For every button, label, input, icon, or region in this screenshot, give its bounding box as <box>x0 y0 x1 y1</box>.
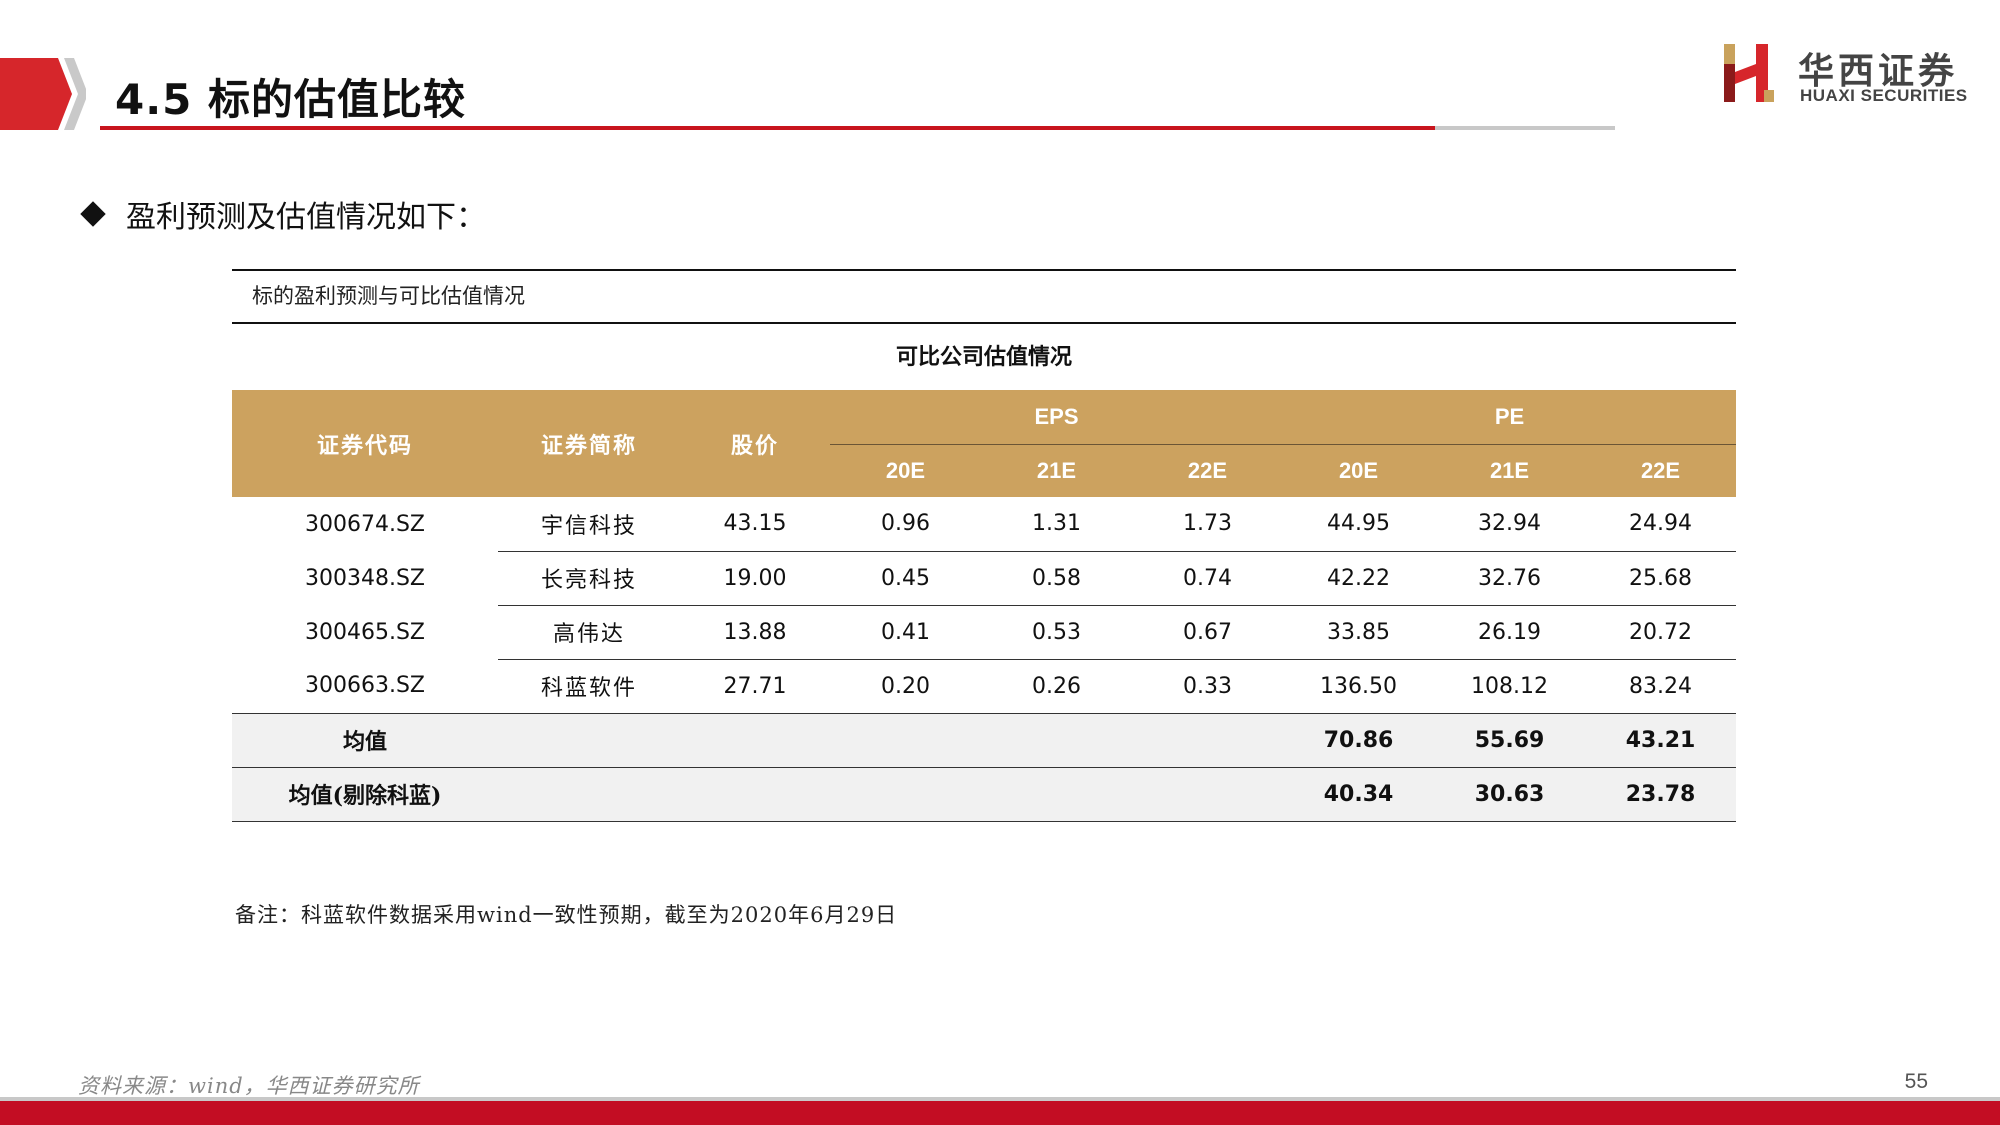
average-excluding-pe-21e: 30.63 <box>1434 766 1586 822</box>
col-header-pe-22e: 22E <box>1585 444 1737 497</box>
bullet-text: 盈利预测及估值情况如下： <box>126 200 486 235</box>
average-excluding-pe-22e: 23.78 <box>1585 766 1737 822</box>
empty-cell <box>498 712 680 768</box>
cell-eps-21e: 0.53 <box>981 605 1132 660</box>
cell-pe-20e: 136.50 <box>1320 673 1397 699</box>
diamond-icon <box>80 201 106 227</box>
page-number: 55 <box>1904 1070 1928 1093</box>
cell-pe-22e: 83.24 <box>1629 673 1693 699</box>
table-row: 300674.SZ 宇信科技 43.15 0.96 1.31 1.73 44.9… <box>232 497 1737 552</box>
col-header-price: 股价 <box>680 390 830 497</box>
col-header-eps-21e: 21E <box>981 444 1132 497</box>
col-header-name: 证券简称 <box>498 390 680 497</box>
cell-pe-21e: 32.76 <box>1434 551 1586 606</box>
average-label: 均值 <box>232 712 498 768</box>
title-underline <box>100 126 1435 130</box>
cell-code: 300663.SZ <box>304 673 425 699</box>
empty-cell <box>1132 766 1284 822</box>
cell-pe-20e: 44.95 <box>1283 497 1435 552</box>
average-row: 均值 70.86 55.69 43.21 <box>232 712 1737 768</box>
cell-name: 宇信科技 <box>498 497 680 552</box>
average-excluding-row: 均值(剔除科蓝) 40.34 30.63 23.78 <box>232 766 1737 822</box>
col-header-pe-21e: 21E <box>1434 444 1586 497</box>
empty-cell <box>680 712 830 768</box>
cell-eps-21e: 0.26 <box>1032 673 1081 699</box>
page-title: 4.5 标的估值比较 <box>115 75 467 124</box>
company-logo: 华西证券 HUAXI SECURITIES <box>1720 42 1990 108</box>
cell-eps-20e: 0.41 <box>830 605 981 660</box>
cell-pe-21e: 108.12 <box>1471 673 1548 699</box>
valuation-table-box: 标的盈利预测与可比估值情况 可比公司估值情况 证券代码 证券简称 股价 EPS … <box>232 269 1737 822</box>
table-row: 300663.SZ 科蓝软件 27.71 0.20 0.26 0.33 136.… <box>232 659 1736 713</box>
cell-code: 300674.SZ <box>304 511 425 537</box>
cell-eps-21e: 0.58 <box>981 551 1132 606</box>
cell-code: 300465.SZ <box>304 619 425 645</box>
empty-cell <box>981 766 1132 822</box>
cell-pe-22e: 25.68 <box>1585 551 1737 606</box>
average-excluding-label: 均值(剔除科蓝) <box>232 766 498 822</box>
cell-name: 高伟达 <box>498 605 680 660</box>
col-header-pe: PE <box>1283 390 1737 445</box>
cell-eps-22e: 1.73 <box>1132 497 1284 552</box>
cell-name: 长亮科技 <box>498 551 680 606</box>
table-note: 备注：科蓝软件数据采用wind一致性预期，截至为2020年6月29日 <box>235 903 898 927</box>
average-pe-20e: 70.86 <box>1283 712 1435 768</box>
header-accent-tab <box>0 58 86 130</box>
table-heading: 可比公司估值情况 <box>895 344 1072 370</box>
cell-pe-22e: 24.94 <box>1585 497 1737 552</box>
cell-eps-20e: 0.96 <box>830 497 981 552</box>
title-underline-grey <box>1435 126 1615 130</box>
cell-eps-20e: 0.45 <box>830 551 981 606</box>
cell-price: 43.15 <box>680 497 830 552</box>
average-excluding-pe-20e: 40.34 <box>1283 766 1435 822</box>
cell-pe-20e: 42.22 <box>1283 551 1435 606</box>
col-header-code: 证券代码 <box>232 390 498 497</box>
logo-text-en: HUAXI SECURITIES <box>1800 86 1968 105</box>
valuation-table: 证券代码 证券简称 股价 EPS PE 20E 21E 22E 20E 21E … <box>232 390 1737 822</box>
empty-cell <box>830 766 981 822</box>
empty-cell <box>1132 712 1284 768</box>
cell-price: 19.00 <box>680 551 830 606</box>
cell-price: 13.88 <box>680 605 830 660</box>
cell-eps-22e: 0.74 <box>1132 551 1284 606</box>
cell-pe-22e: 20.72 <box>1585 605 1737 660</box>
table-header-row: 证券代码 证券简称 股价 EPS PE <box>232 390 1737 497</box>
cell-price: 27.71 <box>723 673 787 699</box>
empty-cell <box>830 712 981 768</box>
empty-cell <box>680 766 830 822</box>
source-note: 资料来源：wind，华西证券研究所 <box>78 1074 420 1098</box>
average-pe-22e: 43.21 <box>1585 712 1737 768</box>
col-header-eps-20e: 20E <box>830 444 981 497</box>
cell-name: 科蓝软件 <box>540 676 637 701</box>
table-row: 300465.SZ 高伟达 13.88 0.41 0.53 0.67 33.85… <box>232 605 1737 660</box>
cell-eps-22e: 0.33 <box>1183 673 1232 699</box>
empty-cell <box>498 766 680 822</box>
footer-bar <box>0 1101 2000 1125</box>
average-pe-21e: 55.69 <box>1434 712 1586 768</box>
cell-eps-21e: 1.31 <box>981 497 1132 552</box>
table-caption: 标的盈利预测与可比估值情况 <box>252 284 525 308</box>
cell-pe-21e: 32.94 <box>1434 497 1586 552</box>
cell-eps-20e: 0.20 <box>881 673 930 699</box>
huaxi-logo-icon <box>1724 44 1774 102</box>
col-header-eps-22e: 22E <box>1132 444 1284 497</box>
cell-pe-21e: 26.19 <box>1434 605 1586 660</box>
cell-pe-20e: 33.85 <box>1283 605 1435 660</box>
cell-code: 300348.SZ <box>304 565 425 591</box>
table-row: 300348.SZ 长亮科技 19.00 0.45 0.58 0.74 42.2… <box>232 551 1737 606</box>
empty-cell <box>981 712 1132 768</box>
col-header-eps: EPS <box>830 390 1284 445</box>
bullet-point: 盈利预测及估值情况如下： <box>78 192 486 236</box>
cell-eps-22e: 0.67 <box>1132 605 1284 660</box>
col-header-pe-20e: 20E <box>1283 444 1435 497</box>
